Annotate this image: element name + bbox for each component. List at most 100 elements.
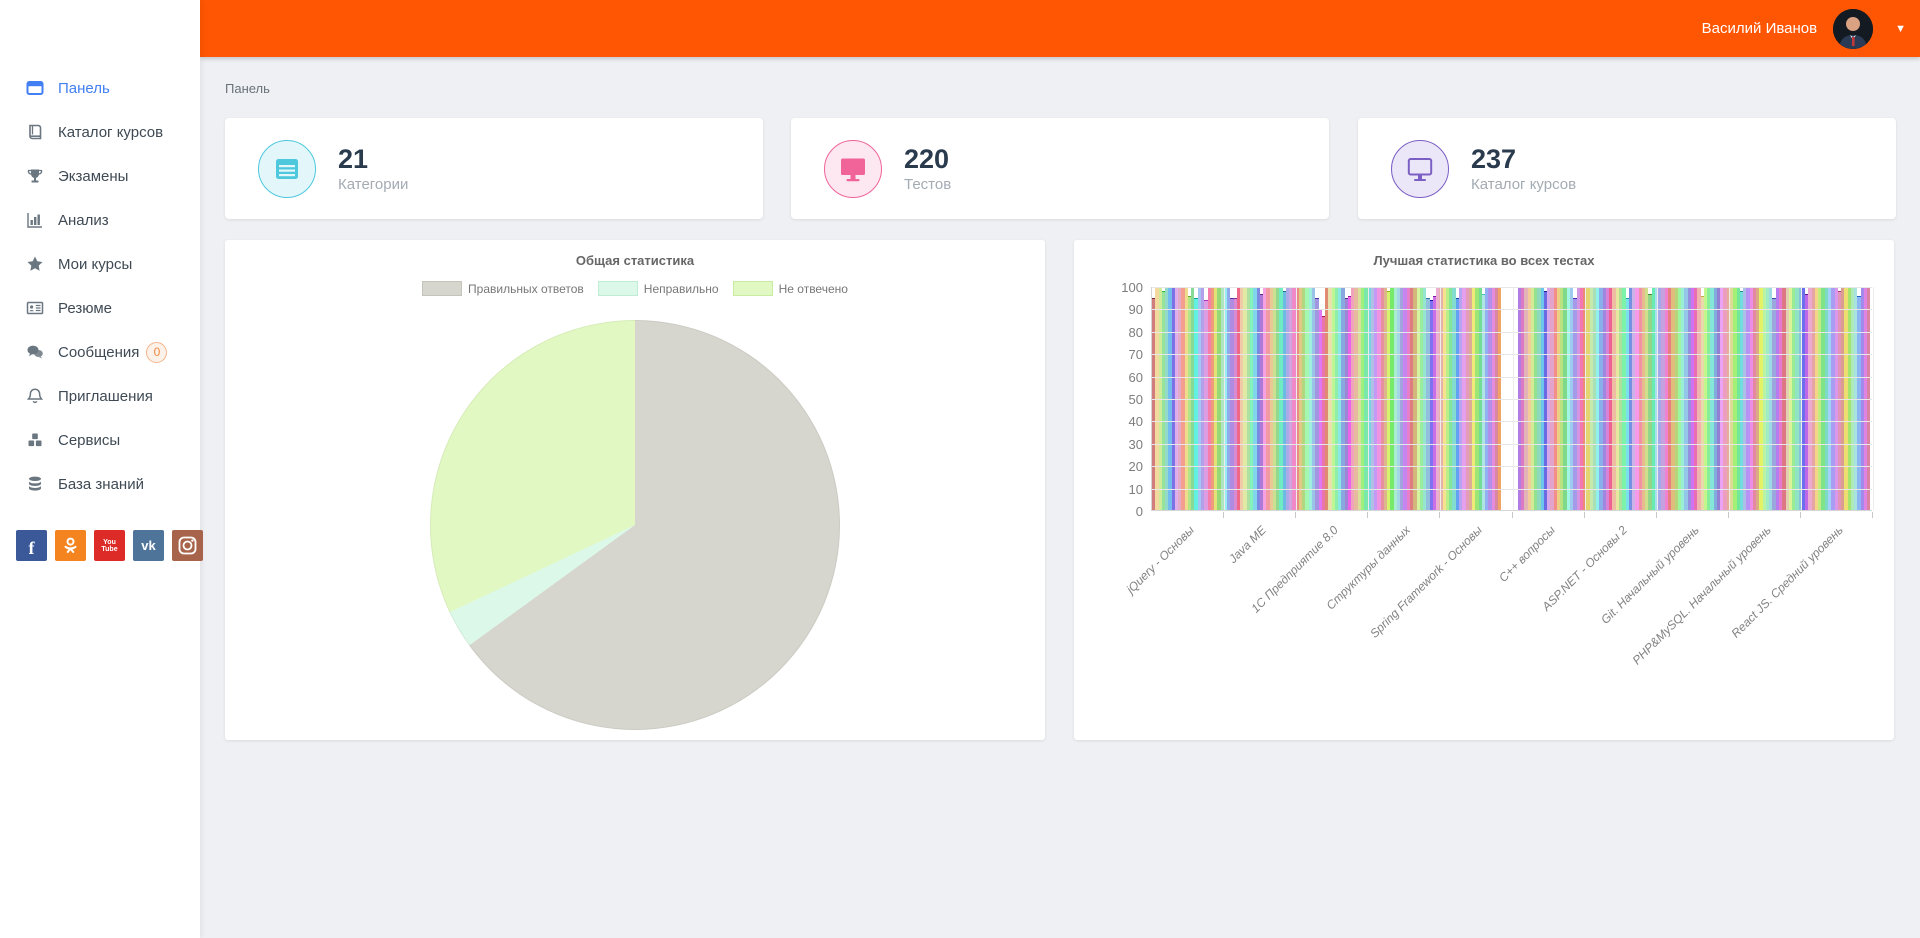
sidebar-item-label: Панель	[58, 80, 110, 97]
x-axis-tick	[1367, 512, 1368, 518]
user-name[interactable]: Василий Иванов	[1702, 20, 1817, 37]
facebook-icon[interactable]: f	[16, 530, 47, 561]
legend-swatch	[598, 281, 638, 296]
bell-icon	[25, 387, 45, 405]
bar-chart-panel: Лучшая статистика во всех тестах 0102030…	[1074, 240, 1894, 740]
pie-chart	[430, 320, 840, 730]
stat-label: Каталог курсов	[1471, 176, 1576, 193]
sidebar-item-9[interactable]: База знаний	[0, 462, 200, 506]
pie-chart-title: Общая статистика	[225, 253, 1045, 268]
sidebar-item-label: Приглашения	[58, 388, 153, 405]
pie-chart-legend: Правильных ответов Неправильно Не отвечено	[225, 281, 1045, 296]
sidebar-item-label: Мои курсы	[58, 256, 132, 273]
y-axis-tick-label: 20	[1094, 459, 1143, 474]
sidebar-item-2[interactable]: Экзамены	[0, 154, 200, 198]
monitor-outline-icon	[1391, 140, 1449, 198]
social-links: f YouTube vk	[16, 530, 203, 561]
sidebar-item-label: Резюме	[58, 300, 112, 317]
sidebar: Панель Каталог курсов Экзамены Анализ Мои ку…	[0, 0, 200, 938]
stat-value: 21	[338, 144, 408, 175]
legend-label: Правильных ответов	[468, 282, 584, 296]
sidebar-item-6[interactable]: Сообщения 0	[0, 330, 200, 374]
stat-card-1[interactable]: 220Тестов	[791, 118, 1329, 219]
youtube-icon[interactable]: YouTube	[94, 530, 125, 561]
monitor-icon	[824, 140, 882, 198]
sidebar-item-4[interactable]: Мои курсы	[0, 242, 200, 286]
sidebar-item-label: Каталог курсов	[58, 124, 163, 141]
y-axis-tick-label: 50	[1094, 392, 1143, 407]
x-axis-tick	[1512, 512, 1513, 518]
sidebar-item-8[interactable]: Сервисы	[0, 418, 200, 462]
bar-chart-icon	[25, 211, 45, 229]
legend-swatch	[422, 281, 462, 296]
sidebar-item-7[interactable]: Приглашения	[0, 374, 200, 418]
legend-item-2: Не отвечено	[733, 281, 848, 296]
sidebar-item-5[interactable]: Резюме	[0, 286, 200, 330]
list-icon	[258, 140, 316, 198]
gridline	[1729, 287, 1730, 510]
sidebar-item-3[interactable]: Анализ	[0, 198, 200, 242]
bar-chart-title: Лучшая статистика во всех тестах	[1074, 253, 1894, 268]
gridline	[1296, 287, 1297, 510]
stat-value: 220	[904, 144, 951, 175]
sidebar-item-label: Анализ	[58, 212, 109, 229]
dashboard-page: Панель Каталог курсов Экзамены Анализ Мои ку…	[0, 0, 1920, 938]
gridline	[1224, 287, 1225, 510]
trophy-icon	[25, 167, 45, 185]
sidebar-item-0[interactable]: Панель	[0, 66, 200, 110]
x-axis-tick	[1728, 512, 1729, 518]
legend-swatch	[733, 281, 773, 296]
stat-value: 237	[1471, 144, 1576, 175]
y-axis-tick-label: 30	[1094, 437, 1143, 452]
gridline	[1585, 287, 1586, 510]
x-axis-category-label: C++ вопросы	[1496, 523, 1558, 585]
stat-label: Категории	[338, 176, 408, 193]
sidebar-item-label: Экзамены	[58, 168, 128, 185]
x-axis-category-label: jQuery - Основы	[1124, 523, 1197, 596]
y-axis-tick-label: 90	[1094, 302, 1143, 317]
x-axis-category-label: PHP&MySQL. Начальный уровень	[1629, 523, 1773, 667]
gridline	[1513, 287, 1514, 510]
x-axis-tick	[1223, 512, 1224, 518]
main-content: Панель 21Категории 220Тестов 237Каталог ку…	[200, 57, 1920, 938]
breadcrumb: Панель	[225, 81, 270, 96]
legend-label: Не отвечено	[779, 282, 848, 296]
vk-icon[interactable]: vk	[133, 530, 164, 561]
stat-label: Тестов	[904, 176, 951, 193]
gridline	[1873, 287, 1874, 510]
instagram-icon[interactable]	[172, 530, 203, 561]
sidebar-item-label: Сообщения	[58, 344, 139, 361]
cubes-icon	[25, 431, 45, 449]
user-avatar[interactable]	[1833, 9, 1873, 49]
messages-count-badge: 0	[146, 342, 167, 363]
y-axis-tick-label: 70	[1094, 347, 1143, 362]
id-card-icon	[25, 299, 45, 317]
chat-icon	[25, 343, 45, 361]
avatar-person-icon	[1833, 9, 1873, 49]
stat-card-0[interactable]: 21Категории	[225, 118, 763, 219]
sidebar-item-label: База знаний	[58, 476, 144, 493]
x-axis-tick	[1295, 512, 1296, 518]
legend-label: Неправильно	[644, 282, 719, 296]
y-axis-tick-label: 80	[1094, 325, 1143, 340]
stat-card-2[interactable]: 237Каталог курсов	[1358, 118, 1896, 219]
y-axis-tick-label: 0	[1094, 504, 1143, 519]
chevron-down-icon[interactable]: ▼	[1895, 23, 1906, 35]
database-icon	[25, 475, 45, 493]
pie-chart-panel: Общая статистика Правильных ответов Непра…	[225, 240, 1045, 740]
gridline	[1657, 287, 1658, 510]
dashboard-icon	[25, 79, 45, 97]
x-axis-tick	[1439, 512, 1440, 518]
y-axis-tick-label: 60	[1094, 370, 1143, 385]
x-axis-tick	[1584, 512, 1585, 518]
bar-chart-plot-area	[1151, 287, 1872, 511]
x-axis-tick	[1656, 512, 1657, 518]
y-axis-tick-label: 100	[1094, 280, 1143, 295]
y-axis-tick-label: 40	[1094, 414, 1143, 429]
legend-item-0: Правильных ответов	[422, 281, 584, 296]
sidebar-item-1[interactable]: Каталог курсов	[0, 110, 200, 154]
gridline	[1440, 287, 1441, 510]
odnoklassniki-icon[interactable]	[55, 530, 86, 561]
sidebar-item-label: Сервисы	[58, 432, 120, 449]
gridline	[1368, 287, 1369, 510]
